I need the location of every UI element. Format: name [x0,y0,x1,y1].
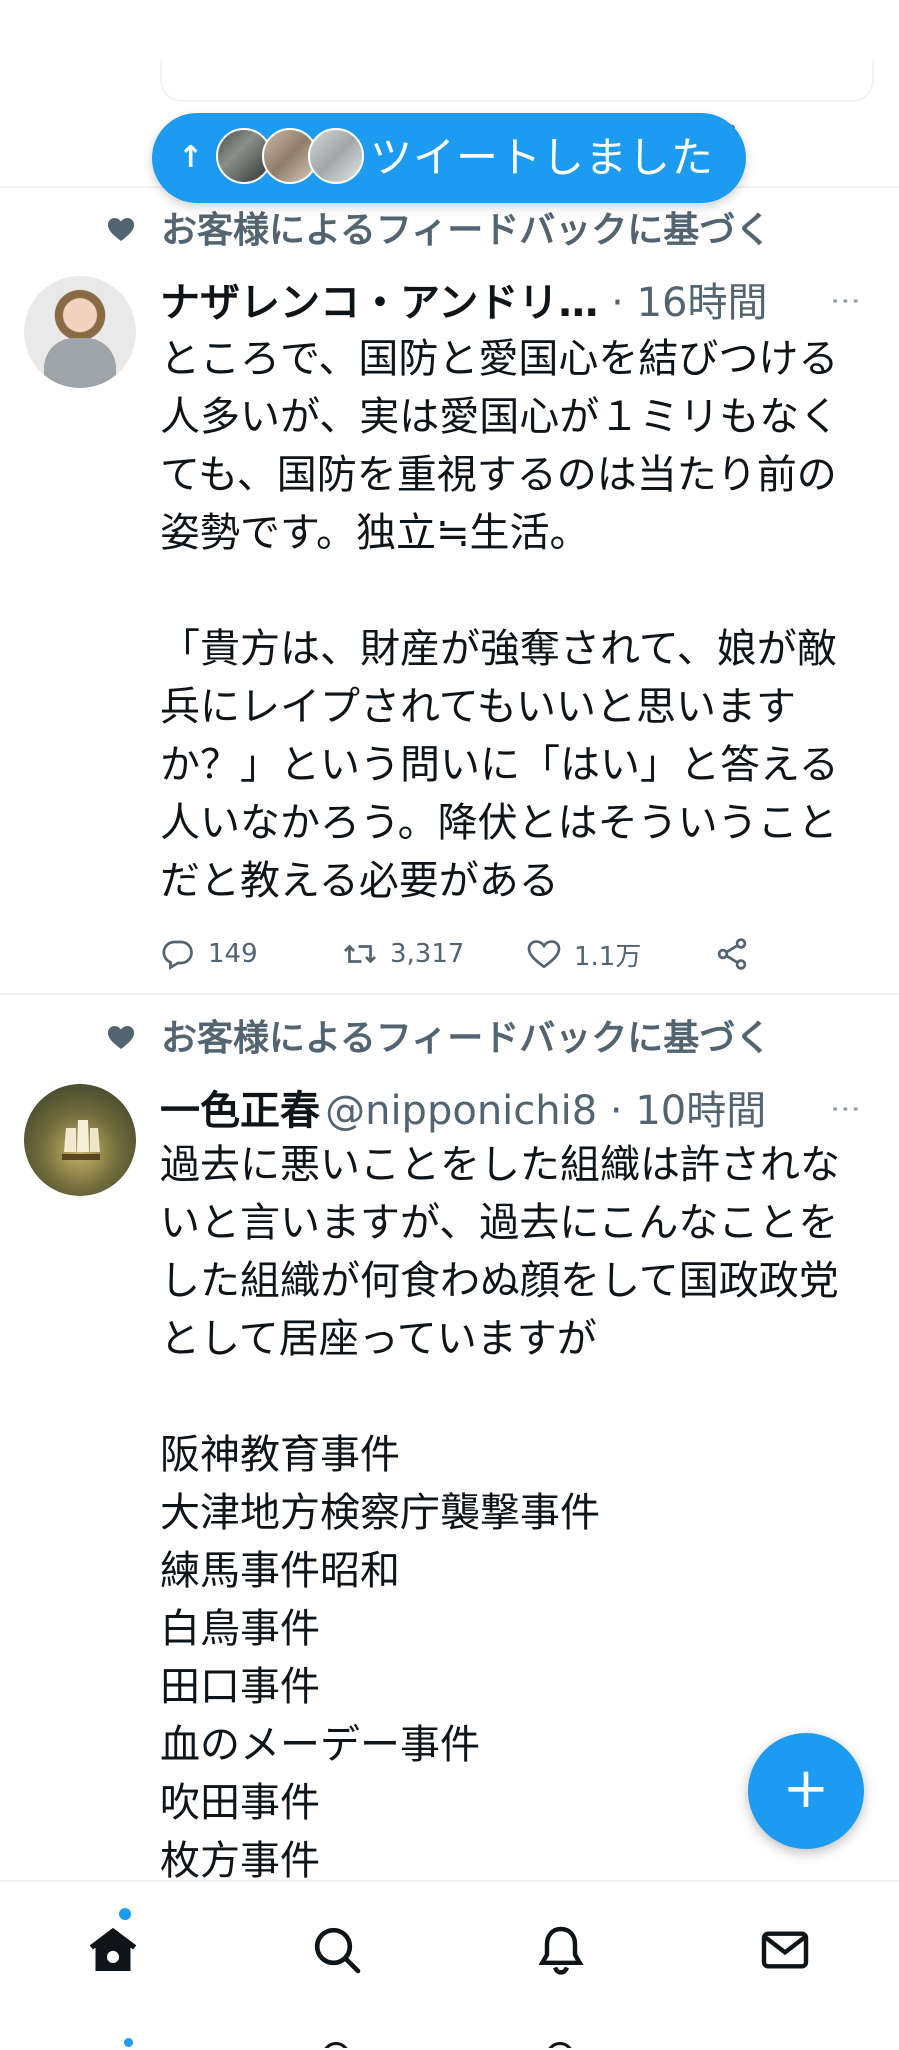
tweet-text: ところで、国防と愛国心を結びつける人多いが、実は愛国心が１ミリもなくても、国防を… [160,336,840,904]
heart-filled-icon [107,218,135,241]
bell-icon [546,2042,574,2048]
social-context-label: お客様によるフィードバックに基づく [161,1018,772,1059]
display-name[interactable]: ナザレンコ・アンドリ… [160,280,598,326]
notification-dot [119,1908,131,1920]
mail-icon[interactable] [757,1922,813,1978]
toast-label: ツイートしました [370,133,715,182]
avatar[interactable] [24,276,136,388]
heart-icon [527,940,561,969]
arrow-up-icon: ↑ [178,140,204,175]
display-name[interactable]: 一色正春 [160,1088,320,1134]
like-button[interactable]: 1.1万 [526,930,641,978]
retweet-icon [344,944,376,964]
bell-icon[interactable] [533,1922,589,1978]
avatar [308,128,364,184]
compose-tweet-button[interactable]: + [748,1733,864,1849]
retweet-count: 3,317 [390,939,465,969]
notification-dot [124,2038,133,2047]
new-tweet-toast[interactable]: ↑ ツイートしました [152,113,746,203]
bottom-navigation-duplicate-edge [0,2030,899,2048]
tweet-header: 一色正春 @nipponichi8 · 10時間 ⋮ [160,1086,863,1136]
tweet[interactable]: お客様によるフィードバックに基づく 一色正春 @nipponichi8 · 10… [0,998,899,1884]
separator: · [597,1088,636,1134]
separator: · [598,280,637,326]
search-icon [322,2042,350,2048]
bottom-navigation [0,1880,899,2050]
avatar[interactable] [24,1084,136,1196]
timestamp[interactable]: 16時間 [637,280,768,326]
social-context-label: お客様によるフィードバックに基づく [161,210,772,251]
share-icon [717,938,747,970]
tweet-actions: 149 3,317 1.1万 [160,930,780,978]
sailing-ship-image [62,1120,100,1160]
divider [0,993,899,995]
home-icon[interactable] [85,1922,141,1978]
retweet-button[interactable]: 3,317 [342,930,464,978]
more-options-icon[interactable]: ⋮ [828,286,863,308]
reply-button[interactable]: 149 [160,930,258,978]
reply-icon [162,940,193,970]
heart-filled-icon [107,1026,135,1049]
reply-count: 149 [208,939,258,969]
search-icon[interactable] [309,1922,365,1978]
previous-card-edge [160,60,874,102]
like-count: 1.1万 [574,941,642,972]
tweet-header: ナザレンコ・アンドリ… · 16時間 ⋮ [160,278,863,328]
user-handle[interactable]: @nipponichi8 [325,1088,597,1134]
plus-icon: + [782,1756,830,1821]
timestamp[interactable]: 10時間 [635,1088,766,1134]
tweet[interactable]: お客様によるフィードバックに基づく ナザレンコ・アンドリ… · 16時間 ⋮ と… [0,190,899,992]
more-options-icon[interactable]: ⋮ [828,1094,863,1116]
share-button[interactable] [714,930,750,978]
